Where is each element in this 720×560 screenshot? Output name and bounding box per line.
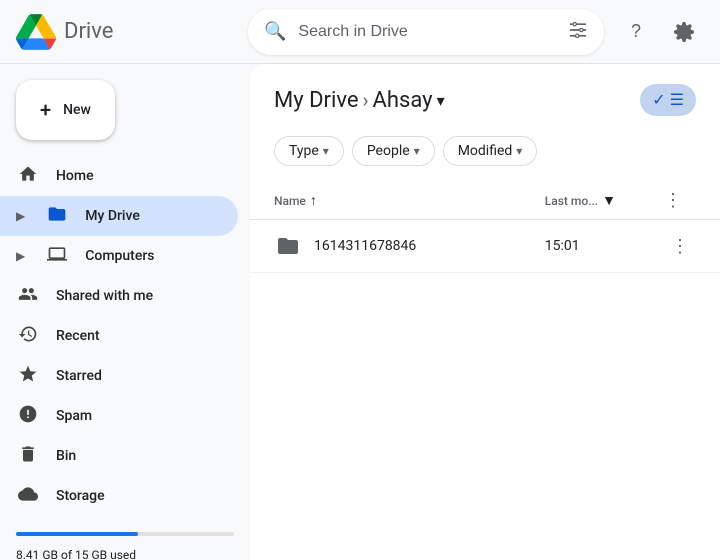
computers-icon [45,244,69,269]
breadcrumb: My Drive › Ahsay ▾ ✓ ☰ [250,64,720,128]
filter-people-label: People [367,143,410,159]
sidebar-item-bin[interactable]: Bin [0,436,238,476]
sidebar-item-label: Storage [56,488,105,504]
new-btn-wrapper: + New [0,72,250,156]
more-icon: ⋮ [664,190,682,211]
sidebar: + New Home ▶ My Drive ▶ Computers [0,64,250,560]
filter-type-chevron-icon: ▾ [323,144,329,158]
search-bar[interactable]: 🔍 [248,9,604,55]
sidebar-item-recent[interactable]: Recent [0,316,238,356]
table-row[interactable]: 1614311678846 15:01 ⋮ [250,220,720,273]
settings-button[interactable] [664,12,704,52]
search-adjust-icon[interactable] [568,20,588,44]
logo-area: Drive [16,14,236,50]
bin-icon [16,444,40,469]
drive-logo-icon [16,14,56,50]
storage-used-text: 8.41 GB of 15 GB used [16,548,234,560]
table-header-row: Name ↑ Last mo... ▼ ⋮ [250,182,720,220]
file-name: 1614311678846 [314,238,416,254]
sidebar-item-label: My Drive [85,208,140,224]
topbar-right: ? [616,12,704,52]
breadcrumb-current-label: Ahsay [373,88,433,113]
sidebar-item-label: Starred [56,368,102,384]
plus-icon: + [40,98,51,122]
breadcrumb-current[interactable]: Ahsay ▾ [373,88,445,113]
breadcrumb-dropdown-icon: ▾ [437,91,445,110]
help-button[interactable]: ? [616,12,656,52]
search-icon: 🔍 [264,21,286,42]
view-toggle: ✓ ☰ [640,84,696,116]
filter-modified-chevron-icon: ▾ [516,144,522,158]
col-lastmod-label: Last mo... [545,194,598,208]
sidebar-item-label: Home [56,168,94,184]
view-list-button[interactable]: ✓ ☰ [640,84,696,116]
breadcrumb-separator-icon: › [363,88,369,112]
expand-arrow-icon: ▶ [16,249,25,263]
app-name: Drive [64,19,113,44]
sidebar-item-label: Bin [56,448,76,464]
content-area: My Drive › Ahsay ▾ ✓ ☰ Type ▾ People ▾ [250,64,720,560]
file-actions-cell: ⋮ [640,220,720,273]
spam-icon [16,404,40,429]
sidebar-item-my-drive[interactable]: ▶ My Drive [0,196,238,236]
file-name-cell: 1614311678846 [250,220,521,273]
filter-row: Type ▾ People ▾ Modified ▾ [250,128,720,182]
filter-type-label: Type [289,143,319,159]
sidebar-item-home[interactable]: Home [0,156,238,196]
expand-arrow-icon: ▶ [16,209,25,223]
home-icon [16,164,40,189]
col-name-label: Name [274,194,306,208]
col-lastmod: Last mo... ▼ [521,182,640,220]
search-input[interactable] [298,23,556,41]
starred-icon [16,364,40,389]
col-sort-icon[interactable]: ↑ [310,192,317,209]
main-layout: + New Home ▶ My Drive ▶ Computers [0,64,720,560]
sidebar-item-spam[interactable]: Spam [0,396,238,436]
filter-people-chevron-icon: ▾ [414,144,420,158]
sidebar-item-label: Spam [56,408,92,424]
folder-icon [274,234,302,258]
my-drive-icon [45,204,69,229]
shared-icon [16,284,40,309]
sidebar-item-storage[interactable]: Storage [0,476,238,516]
view-list-icon: ☰ [670,90,684,110]
new-button[interactable]: + New [16,80,115,140]
file-table: Name ↑ Last mo... ▼ ⋮ [250,182,720,273]
storage-icon [16,484,40,509]
sidebar-item-label: Recent [56,328,100,344]
view-check-icon: ✓ [652,90,665,110]
sidebar-item-starred[interactable]: Starred [0,356,238,396]
col-name: Name ↑ [250,182,521,220]
filter-type-button[interactable]: Type ▾ [274,136,344,166]
col-actions: ⋮ [640,182,720,220]
file-lastmod: 15:01 [521,220,640,273]
sidebar-item-label: Computers [85,248,154,264]
file-more-button[interactable]: ⋮ [664,230,696,262]
filter-modified-button[interactable]: Modified ▾ [443,136,538,166]
sidebar-bottom: 8.41 GB of 15 GB used Get more storage [0,516,250,560]
col-lastmod-sort-icon[interactable]: ▼ [602,192,616,209]
recent-icon [16,324,40,349]
filter-modified-label: Modified [458,143,513,159]
sidebar-item-shared-with-me[interactable]: Shared with me [0,276,238,316]
new-button-label: New [63,102,91,118]
topbar: Drive 🔍 ? [0,0,720,64]
filter-people-button[interactable]: People ▾ [352,136,435,166]
storage-bar-fill [16,532,138,536]
sidebar-item-label: Shared with me [56,288,153,304]
storage-bar-bg [16,532,234,536]
breadcrumb-root[interactable]: My Drive [274,88,359,113]
sidebar-item-computers[interactable]: ▶ Computers [0,236,238,276]
